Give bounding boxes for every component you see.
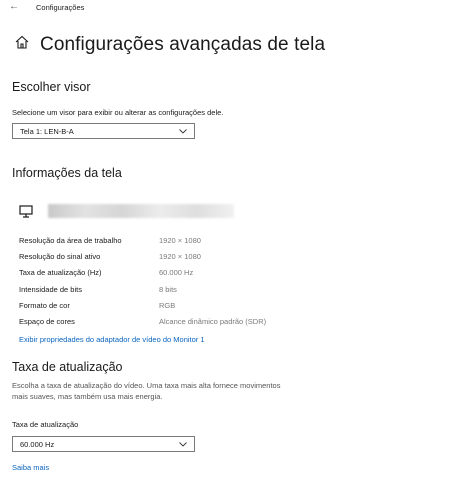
page-title: Configurações avançadas de tela — [40, 34, 326, 55]
title-bar: ← Configurações — [0, 0, 450, 16]
info-label: Taxa de atualização (Hz) — [19, 268, 102, 278]
choose-display-description: Selecione um visor para exibir ou altera… — [12, 108, 224, 117]
chevron-down-icon — [179, 442, 187, 447]
learn-more-link[interactable]: Saiba mais — [12, 463, 49, 472]
info-row-desktop-resolution: Resolução da área de trabalho 1920 × 108… — [19, 236, 319, 252]
info-label: Espaço de cores — [19, 316, 75, 326]
info-value: 1920 × 1080 — [159, 252, 201, 262]
adapter-properties-link[interactable]: Exibir propriedades do adaptador de víde… — [19, 335, 205, 344]
display-info-heading: Informações da tela — [12, 166, 122, 180]
info-row-signal-resolution: Resolução do sinal ativo 1920 × 1080 — [19, 252, 319, 268]
display-info-table: Resolução da área de trabalho 1920 × 108… — [19, 236, 319, 333]
info-value: Alcance dinâmico padrão (SDR) — [159, 316, 267, 326]
refresh-rate-field-label: Taxa de atualização — [12, 420, 79, 429]
app-title: Configurações — [36, 3, 85, 12]
info-value: 60.000 Hz — [159, 268, 194, 278]
back-arrow-icon[interactable]: ← — [9, 1, 19, 12]
chevron-down-icon — [179, 129, 187, 134]
refresh-rate-select[interactable]: 60.000 Hz — [12, 436, 195, 452]
monitor-name-redacted — [48, 204, 234, 218]
monitor-icon — [19, 205, 33, 218]
home-icon — [15, 35, 29, 49]
refresh-rate-heading: Taxa de atualização — [12, 360, 123, 374]
info-row-color-space: Espaço de cores Alcance dinâmico padrão … — [19, 317, 319, 333]
info-value: 8 bits — [159, 284, 177, 294]
info-label: Resolução da área de trabalho — [19, 236, 122, 245]
display-select[interactable]: Tela 1: LEN-B-A — [12, 123, 195, 139]
refresh-rate-select-value: 60.000 Hz — [20, 440, 55, 449]
info-label: Intensidade de bits — [19, 284, 82, 294]
info-label: Formato de cor — [19, 300, 70, 310]
info-row-bit-depth: Intensidade de bits 8 bits — [19, 285, 319, 301]
display-select-value: Tela 1: LEN-B-A — [20, 127, 74, 136]
info-row-refresh-rate: Taxa de atualização (Hz) 60.000 Hz — [19, 268, 319, 284]
info-label: Resolução do sinal ativo — [19, 252, 101, 262]
info-row-color-format: Formato de cor RGB — [19, 301, 319, 317]
choose-display-heading: Escolher visor — [12, 80, 91, 94]
info-value: RGB — [159, 300, 176, 310]
info-value: 1920 × 1080 — [159, 236, 201, 245]
refresh-rate-description: Escolha a taxa de atualização do vídeo. … — [12, 381, 281, 401]
